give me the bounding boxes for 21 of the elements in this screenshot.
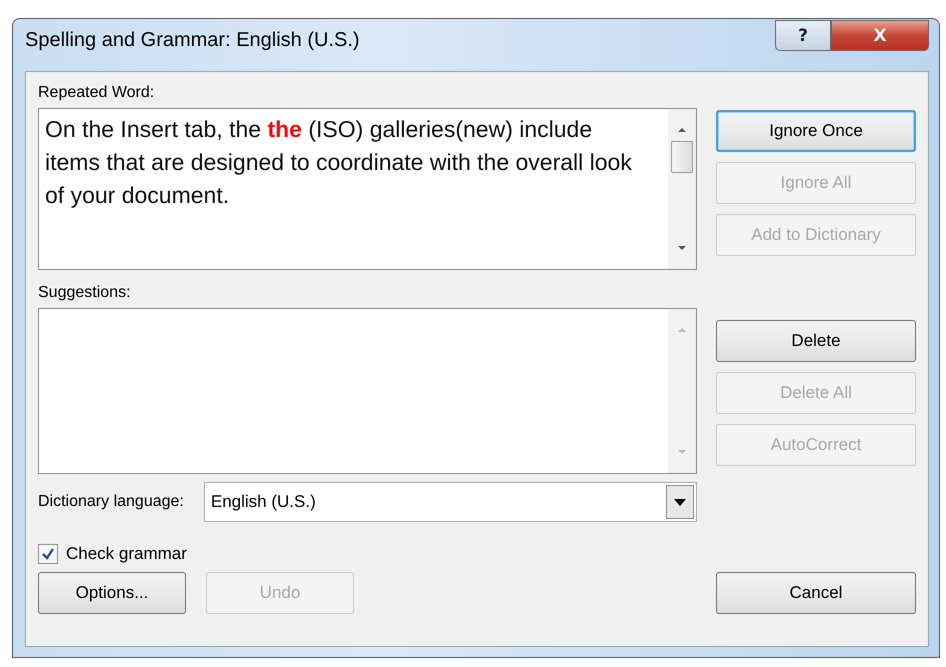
scroll-thumb[interactable] — [671, 141, 693, 173]
field-label: Dictionary language: — [38, 493, 184, 511]
scroll-up-icon[interactable] — [677, 127, 687, 133]
scroll-up-icon — [677, 327, 687, 333]
scroll-down-icon — [677, 449, 687, 455]
field-label: Repeated Word: — [38, 84, 156, 102]
dialog-button[interactable]: Cancel — [716, 572, 916, 614]
dialog-button[interactable]: Options... — [38, 572, 186, 614]
window-title: Spelling and Grammar: English (U.S.) — [25, 29, 360, 52]
checkmark-icon — [41, 547, 55, 561]
language-dropdown[interactable]: English (U.S.) — [204, 482, 697, 522]
help-button[interactable]: ? — [775, 20, 831, 51]
scroll-down-icon[interactable] — [677, 245, 687, 251]
dialog-button[interactable]: Delete — [716, 320, 916, 362]
check-grammar-checkbox[interactable]: Check grammar — [38, 544, 187, 564]
field-label: Suggestions: — [38, 284, 132, 302]
close-button[interactable]: X — [831, 20, 929, 51]
sentence-text: On the Insert tab, the the (ISO) galleries(new) include items that are designed to coordinate with the overall look of your document. — [44, 115, 633, 210]
repeated-word-box[interactable]: On the Insert tab, the the (ISO) galleries(new) include items that are designed to coordinate with the overall look of your document. — [38, 108, 697, 270]
scrollbar[interactable] — [668, 109, 696, 269]
dialog-button[interactable]: Ignore Once — [716, 110, 916, 152]
